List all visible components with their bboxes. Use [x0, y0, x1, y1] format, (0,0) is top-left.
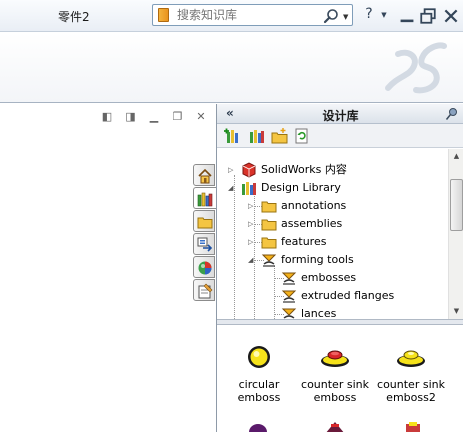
- pane-splitter[interactable]: [217, 319, 463, 325]
- folder-icon: [261, 201, 277, 213]
- pin-icon[interactable]: [445, 107, 459, 121]
- collapse-panel-icon[interactable]: «: [226, 106, 234, 120]
- forming-tool-icon: [261, 254, 277, 267]
- forming-tool-icon: [281, 290, 297, 303]
- gallery-item-partial-icon[interactable]: [321, 418, 349, 432]
- panel-toolbar: [217, 124, 463, 148]
- appearances-icon: [198, 261, 212, 275]
- forming-tool-icon: [281, 272, 297, 285]
- tree-item-label: SolidWorks 内容: [261, 163, 347, 176]
- document-title: 零件2: [58, 10, 90, 24]
- knowledge-search-box[interactable]: ▼: [152, 4, 353, 26]
- library-tree: ▷ SolidWorks 内容 ◢ Design Library ▷ annot…: [217, 149, 448, 319]
- gallery-item-label: circular emboss: [237, 378, 281, 404]
- close-view-icon[interactable]: ✕: [194, 110, 208, 124]
- tab-view-palette[interactable]: [193, 233, 215, 255]
- knowledge-book-icon: [158, 8, 169, 22]
- view-controls: ◧ ◨ ▁ ❐ ✕: [94, 110, 208, 124]
- minimize-view-icon[interactable]: ▁: [147, 110, 161, 124]
- expand-assemblies-icon[interactable]: ▷: [248, 220, 253, 228]
- tab-file-explorer[interactable]: [193, 210, 215, 232]
- collapse-forming-tools-icon[interactable]: ◢: [248, 256, 253, 264]
- library-gallery: circular emboss counter sink emboss coun…: [217, 326, 463, 432]
- restore-view-icon[interactable]: ❐: [171, 110, 185, 124]
- tree-scrollbar[interactable]: ▲ ▼: [448, 149, 463, 319]
- tab-appearances[interactable]: [193, 256, 215, 278]
- close-icon[interactable]: [442, 7, 460, 25]
- tab-home[interactable]: [193, 164, 215, 186]
- design-library-icon: [242, 182, 256, 195]
- counter-sink-emboss2-icon: [397, 350, 425, 367]
- scroll-up-icon[interactable]: ▲: [449, 149, 463, 164]
- command-manager-area: [0, 33, 463, 103]
- title-bar: 零件2 ▼ ? ▼: [0, 0, 463, 32]
- view-palette-icon: [197, 237, 213, 252]
- file-explorer-icon: [197, 217, 213, 229]
- custom-properties-icon: [198, 283, 213, 299]
- forming-tool-icon: [281, 308, 297, 319]
- panel-title: 设计库: [322, 109, 359, 123]
- folder-icon: [261, 219, 277, 231]
- new-folder-icon[interactable]: [271, 127, 289, 145]
- expand-annotations-icon[interactable]: ▷: [248, 202, 253, 210]
- tree-item-label: forming tools: [281, 253, 354, 266]
- add-location-icon[interactable]: [247, 127, 265, 145]
- tab-custom-properties[interactable]: [193, 279, 215, 301]
- gallery-item-partial-icon[interactable]: [401, 420, 425, 432]
- add-to-library-icon[interactable]: [223, 127, 241, 145]
- gallery-item-counter-sink-emboss[interactable]: counter sink emboss: [297, 342, 373, 404]
- tree-item-label: annotations: [281, 199, 347, 212]
- scrollbar-thumb[interactable]: [450, 179, 463, 231]
- gallery-item-counter-sink-emboss2[interactable]: counter sink emboss2: [373, 342, 449, 404]
- solidworks-content-icon: [242, 162, 256, 178]
- tree-item-label: assemblies: [281, 217, 343, 230]
- tree-item-label: Design Library: [261, 181, 341, 194]
- design-library-icon: [197, 192, 213, 207]
- tree-item-label: extruded flanges: [301, 289, 395, 302]
- counter-sink-emboss-icon: [321, 350, 349, 367]
- gallery-item-label: counter sink emboss2: [377, 378, 445, 404]
- scroll-down-icon[interactable]: ▼: [449, 304, 463, 319]
- magnifier-icon[interactable]: [323, 8, 339, 24]
- help-dropdown-icon[interactable]: ▼: [375, 11, 393, 29]
- minimize-icon[interactable]: [398, 8, 416, 26]
- graphics-area[interactable]: ◧ ◨ ▁ ❐ ✕: [0, 104, 216, 432]
- search-input[interactable]: [177, 7, 317, 23]
- tab-design-library[interactable]: [193, 187, 217, 209]
- split-left-icon[interactable]: ◧: [100, 110, 114, 124]
- circular-emboss-icon: [248, 346, 270, 368]
- gallery-item-partial-icon[interactable]: [247, 420, 269, 432]
- restore-icon[interactable]: [419, 7, 437, 25]
- refresh-icon[interactable]: [293, 127, 311, 145]
- expand-solidworks-content-icon[interactable]: ▷: [228, 166, 233, 174]
- tree-item-label: lances: [301, 307, 337, 319]
- tree-item-label: embosses: [301, 271, 357, 284]
- collapse-design-library-icon[interactable]: ◢: [228, 184, 233, 192]
- design-library-panel: 设计库 « ▷ SolidWorks 内容 ◢ Design Library ▷…: [216, 104, 463, 432]
- gallery-item-label: counter sink emboss: [301, 378, 369, 404]
- search-dropdown-icon[interactable]: ▼: [343, 13, 348, 21]
- task-pane-tabs: [193, 164, 217, 302]
- split-right-icon[interactable]: ◨: [124, 110, 138, 124]
- tree-item-label: features: [281, 235, 327, 248]
- expand-features-icon[interactable]: ▷: [248, 238, 253, 246]
- gallery-item-circular-emboss[interactable]: circular emboss: [221, 342, 297, 404]
- home-icon: [198, 168, 212, 184]
- folder-icon: [261, 237, 277, 249]
- ds-logo-icon: [385, 42, 447, 94]
- panel-header: 设计库 «: [217, 104, 463, 124]
